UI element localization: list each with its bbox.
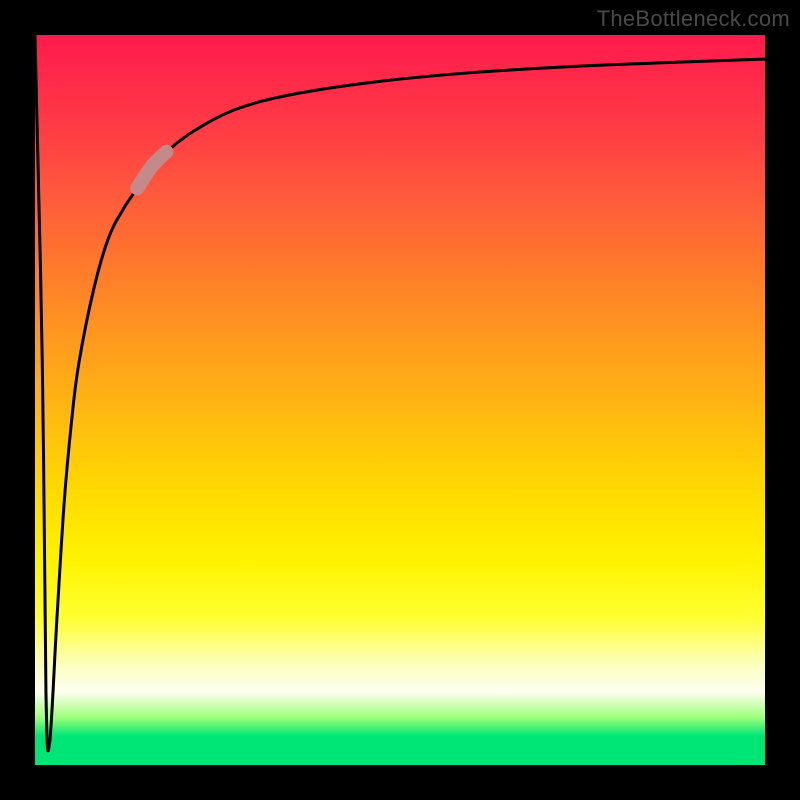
chart-frame: TheBottleneck.com: [0, 0, 800, 800]
plot-area: [35, 35, 765, 765]
highlight-segment: [137, 152, 166, 189]
bottleneck-curve: [35, 35, 765, 751]
curve-layer: [35, 35, 765, 765]
watermark-label: TheBottleneck.com: [597, 6, 790, 32]
